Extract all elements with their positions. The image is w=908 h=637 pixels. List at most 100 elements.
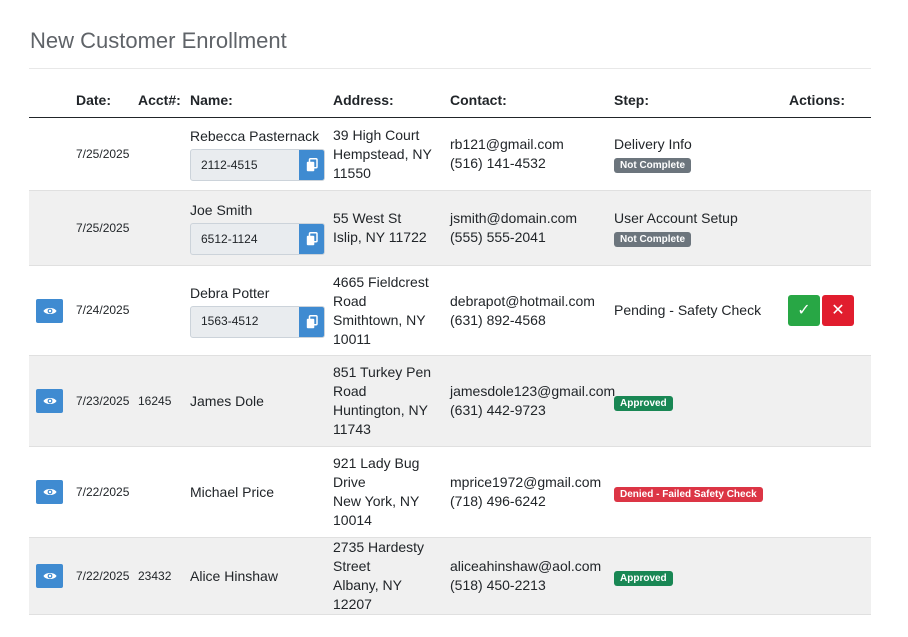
contact-cell: aliceahinshaw@aol.com (518) 450-2213 xyxy=(446,537,610,615)
step-cell: User Account Setup Not Complete xyxy=(610,190,780,266)
header-view xyxy=(29,82,72,118)
status-badge: Not Complete xyxy=(614,232,691,247)
view-button[interactable] xyxy=(36,480,63,504)
contact-cell: jsmith@domain.com (555) 555-2041 xyxy=(446,190,610,266)
acct-number-value[interactable]: 2112-4515 xyxy=(191,150,299,180)
contact-phone: (516) 141-4532 xyxy=(450,155,546,171)
contact-phone: (718) 496-6242 xyxy=(450,493,546,509)
contact-cell: debrapot@hotmail.com (631) 892-4568 xyxy=(446,265,610,356)
enrollment-table: Date: Acct#: Name: Address: Contact: Ste… xyxy=(29,82,871,615)
status-badge: Denied - Failed Safety Check xyxy=(614,486,763,502)
address-line: 55 West St xyxy=(333,210,402,226)
actions-cell xyxy=(780,117,871,191)
acct-cell xyxy=(134,190,186,266)
copy-button[interactable] xyxy=(299,224,324,254)
header-contact: Contact: xyxy=(446,82,610,118)
page-title: New Customer Enrollment xyxy=(30,28,287,53)
contact-email: debrapot@hotmail.com xyxy=(450,292,595,309)
contact-phone: (518) 450-2213 xyxy=(450,577,546,593)
address-line: Huntington, NY xyxy=(333,402,428,418)
customer-name: Joe Smith xyxy=(190,202,253,218)
acct-cell xyxy=(134,446,186,538)
acct-number-value[interactable]: 1563-4512 xyxy=(191,307,299,337)
name-cell: James Dole xyxy=(186,355,329,447)
status-badge: Approved xyxy=(614,395,673,411)
step-label: Pending - Safety Check xyxy=(614,302,762,318)
table-row: 7/25/2025 Joe Smith 6512-1124 55 West St… xyxy=(29,190,871,266)
address-line: Smithtown, NY xyxy=(333,311,426,328)
date-cell: 7/22/2025 xyxy=(72,537,134,615)
acct-number-field[interactable]: 1563-4512 xyxy=(190,305,325,338)
actions-cell xyxy=(780,446,871,538)
address-line: Street xyxy=(333,558,371,574)
eye-icon xyxy=(43,573,56,579)
view-cell xyxy=(29,265,72,356)
address-cell: 4665 Fieldcrest Road Smithtown, NY 10011 xyxy=(329,265,446,356)
approve-button[interactable]: ✓ xyxy=(788,295,820,326)
customer-name: Rebecca Pasternack xyxy=(190,128,320,144)
customer-name: Debra Potter xyxy=(190,284,270,301)
address-line: Islip, NY 11722 xyxy=(333,229,427,245)
acct-cell xyxy=(134,265,186,356)
table-row: 7/23/2025 16245 James Dole 851 Turkey Pe… xyxy=(29,355,871,447)
address-line: 39 High Court xyxy=(333,126,420,143)
table-row: 7/22/2025 23432 Alice Hinshaw 2735 Harde… xyxy=(29,537,871,615)
step-cell: Approved xyxy=(610,537,780,615)
address-line: 2735 Hardesty xyxy=(333,539,425,555)
status-badge: Approved xyxy=(614,570,673,586)
table-header-row: Date: Acct#: Name: Address: Contact: Ste… xyxy=(29,82,871,118)
table-row: 7/24/2025 Debra Potter 1563-4512 4665 Fi… xyxy=(29,265,871,356)
step-cell: Denied - Failed Safety Check xyxy=(610,446,780,538)
address-line: 851 Turkey Pen xyxy=(333,364,432,380)
contact-email: jamesdole123@gmail.com xyxy=(450,383,616,399)
header-address: Address: xyxy=(329,82,446,118)
contact-email: jsmith@domain.com xyxy=(450,210,578,226)
header-step: Step: xyxy=(610,82,780,118)
contact-cell: jamesdole123@gmail.com (631) 442-9723 xyxy=(446,355,616,447)
address-line: 10011 xyxy=(333,330,371,347)
name-cell: Debra Potter 1563-4512 xyxy=(186,265,329,356)
address-cell: 851 Turkey Pen Road Huntington, NY 11743 xyxy=(329,355,446,447)
view-cell xyxy=(29,537,72,615)
name-cell: Joe Smith 6512-1124 xyxy=(186,190,329,266)
step-label: Delivery Info xyxy=(614,136,692,152)
address-line: 921 Lady Bug xyxy=(333,455,420,471)
check-icon: ✓ xyxy=(797,302,811,319)
view-button[interactable] xyxy=(36,389,63,413)
view-cell xyxy=(29,446,72,538)
address-line: Road xyxy=(333,292,367,309)
copy-icon xyxy=(306,232,318,246)
address-cell: 55 West St Islip, NY 11722 xyxy=(329,190,446,266)
copy-button[interactable] xyxy=(299,150,324,180)
date-cell: 7/24/2025 xyxy=(72,265,134,356)
view-cell xyxy=(29,190,72,266)
copy-button[interactable] xyxy=(299,306,324,337)
date-cell: 7/22/2025 xyxy=(72,446,134,538)
header-date: Date: xyxy=(72,82,134,118)
contact-cell: rb121@gmail.com (516) 141-4532 xyxy=(446,117,610,191)
header-actions: Actions: xyxy=(780,82,871,118)
date-cell: 7/25/2025 xyxy=(72,117,134,191)
acct-number-field[interactable]: 6512-1124 xyxy=(190,223,325,255)
step-label: User Account Setup xyxy=(614,210,738,226)
view-cell xyxy=(29,355,72,447)
table-row: 7/25/2025 Rebecca Pasternack 2112-4515 3… xyxy=(29,117,871,191)
acct-number-value[interactable]: 6512-1124 xyxy=(191,224,299,254)
customer-name: James Dole xyxy=(190,392,264,409)
actions-cell xyxy=(780,190,871,266)
view-button[interactable] xyxy=(36,298,63,323)
contact-phone: (631) 442-9723 xyxy=(450,402,546,418)
address-line: Road xyxy=(333,383,367,399)
acct-number-field[interactable]: 2112-4515 xyxy=(190,149,325,181)
address-cell: 921 Lady Bug Drive New York, NY 10014 xyxy=(329,446,446,538)
status-badge: Not Complete xyxy=(614,158,691,173)
acct-cell: 16245 xyxy=(134,355,186,447)
contact-phone: (631) 892-4568 xyxy=(450,311,546,328)
deny-button[interactable]: ✕ xyxy=(822,295,854,326)
actions-cell xyxy=(780,355,871,447)
customer-name: Alice Hinshaw xyxy=(190,567,278,584)
view-button[interactable] xyxy=(36,564,63,588)
title-divider xyxy=(29,68,871,69)
address-line: Drive xyxy=(333,474,366,490)
actions-cell: ✓ ✕ xyxy=(780,265,871,356)
